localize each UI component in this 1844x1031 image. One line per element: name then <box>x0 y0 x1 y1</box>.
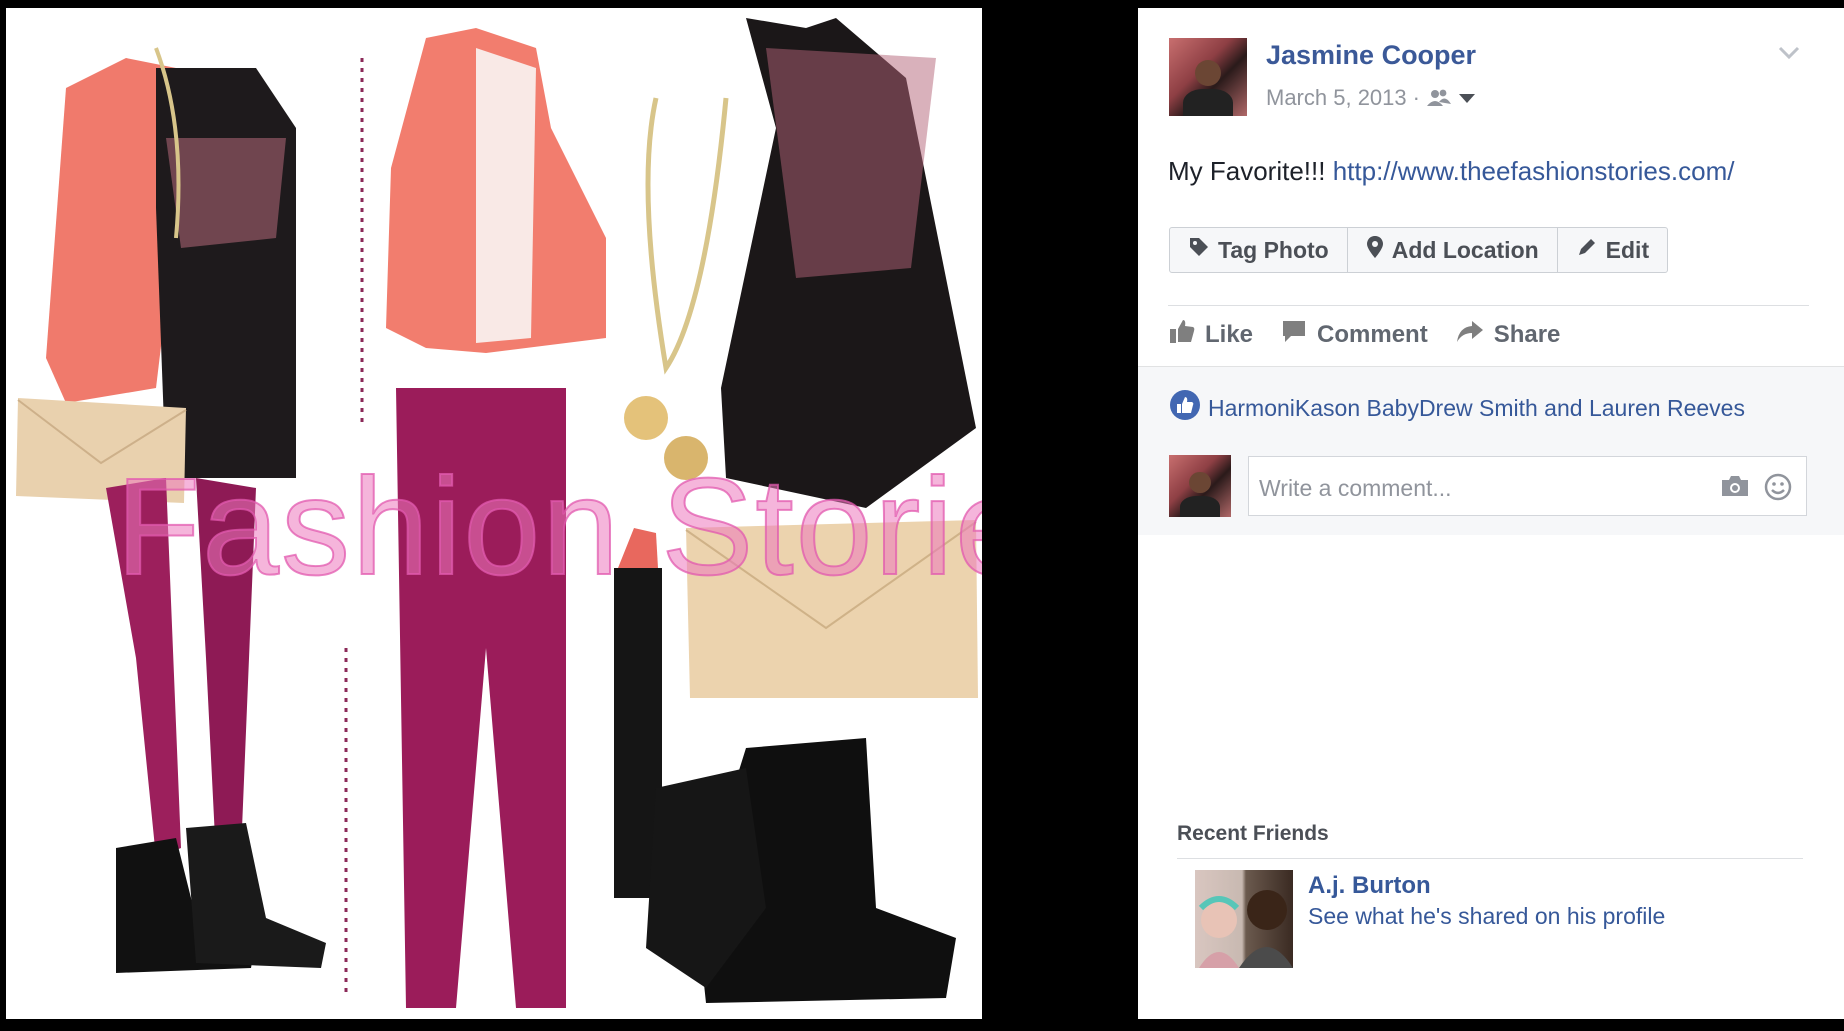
like-badge-icon <box>1170 390 1200 426</box>
edit-label: Edit <box>1605 236 1650 263</box>
friend-subtitle[interactable]: See what he's shared on his profile <box>1308 903 1665 930</box>
like-label: Like <box>1205 320 1254 348</box>
post-date[interactable]: March 5, 2013 <box>1266 85 1407 111</box>
likes-summary[interactable]: HarmoniKason BabyDrew Smith and Lauren R… <box>1170 390 1745 426</box>
photo-actions: Tag Photo Add Location Edit <box>1169 227 1669 273</box>
comment-box <box>1248 456 1807 516</box>
necklace-center <box>645 97 729 375</box>
comment-icon <box>1281 318 1307 351</box>
comment-button[interactable]: Comment <box>1281 318 1428 351</box>
likes-names[interactable]: HarmoniKason BabyDrew Smith and Lauren R… <box>1208 395 1745 422</box>
comment-tools <box>1720 473 1792 506</box>
outfit-collage <box>16 18 978 1008</box>
camera-icon[interactable] <box>1720 473 1750 506</box>
magenta-pants-left <box>106 478 181 858</box>
tag-photo-label: Tag Photo <box>1218 236 1329 263</box>
location-pin-icon <box>1366 235 1384 265</box>
commenter-avatar <box>1169 455 1231 517</box>
divider <box>1168 305 1809 306</box>
add-location-button[interactable]: Add Location <box>1348 228 1558 272</box>
post-meta: March 5, 2013 · <box>1266 85 1476 111</box>
social-actions: Like Comment Share <box>1169 318 1560 351</box>
share-label: Share <box>1493 320 1561 348</box>
flower-earrings <box>624 396 668 440</box>
tag-icon <box>1188 236 1210 264</box>
recent-friends-title: Recent Friends <box>1177 822 1329 845</box>
comment-label: Comment <box>1317 320 1428 348</box>
edit-button[interactable]: Edit <box>1558 228 1667 272</box>
post-link[interactable]: http://www.theefashionstories.com/ <box>1333 156 1735 186</box>
author-avatar[interactable] <box>1169 38 1247 116</box>
comment-input[interactable] <box>1257 471 1701 505</box>
share-arrow-icon <box>1456 319 1484 350</box>
like-button[interactable]: Like <box>1169 318 1253 351</box>
smiley-icon[interactable] <box>1764 473 1792 506</box>
author-name[interactable]: Jasmine Cooper <box>1266 40 1476 71</box>
post-photo[interactable]: Fashion Stories <box>6 8 982 1019</box>
meta-separator: · <box>1412 85 1420 110</box>
clutch-right <box>686 520 978 698</box>
post-text: My Favorite!!! <box>1168 156 1326 186</box>
audience-friends-icon[interactable] <box>1426 88 1452 108</box>
chevron-down-icon[interactable] <box>1778 46 1800 65</box>
friend-avatar[interactable] <box>1195 870 1293 968</box>
magenta-pants-center <box>396 388 566 1008</box>
pencil-icon <box>1576 236 1598 264</box>
add-location-label: Add Location <box>1391 236 1539 263</box>
dropdown-caret-icon[interactable] <box>1458 92 1476 104</box>
share-button[interactable]: Share <box>1456 318 1561 351</box>
tag-photo-button[interactable]: Tag Photo <box>1170 228 1348 272</box>
friend-name[interactable]: A.j. Burton <box>1308 872 1431 900</box>
post-message: My Favorite!!! http://www.theefashionsto… <box>1168 156 1734 187</box>
thumbs-up-icon <box>1169 318 1195 351</box>
divider <box>1177 858 1803 859</box>
